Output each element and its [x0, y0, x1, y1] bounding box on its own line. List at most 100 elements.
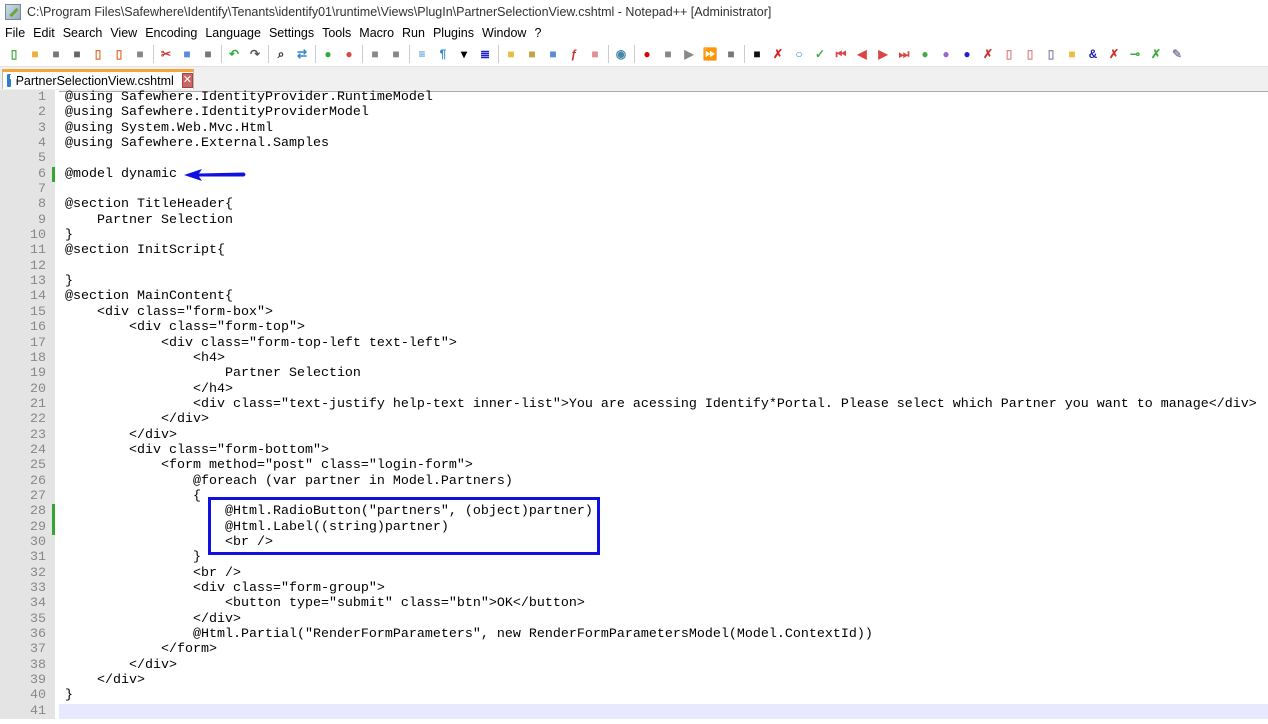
- replace-icon[interactable]: ⇄: [294, 46, 310, 62]
- console-icon[interactable]: ■: [749, 46, 765, 62]
- undo-icon[interactable]: ↶: [226, 46, 242, 62]
- code-line[interactable]: 5: [0, 151, 1268, 167]
- code-line[interactable]: 37 </form>: [0, 642, 1268, 658]
- new-file-icon[interactable]: ▯: [6, 46, 22, 62]
- code-line[interactable]: 20 </h4>: [0, 381, 1268, 397]
- code-line[interactable]: 26 @foreach (var partner in Model.Partne…: [0, 473, 1268, 489]
- code-line[interactable]: 41: [0, 703, 1268, 720]
- code-line[interactable]: 7: [0, 182, 1268, 198]
- code-line[interactable]: 1 @using Safewhere.IdentityProvider.Runti…: [0, 90, 1268, 106]
- code-line[interactable]: 36 @Html.Partial("RenderFormParameters",…: [0, 627, 1268, 643]
- code-line[interactable]: 24 <div class="form-bottom">: [0, 442, 1268, 459]
- code-line[interactable]: 30 <br />: [0, 534, 1268, 551]
- menu-settings[interactable]: Settings: [269, 26, 314, 40]
- close-all-icon[interactable]: ▯: [111, 46, 127, 62]
- code-line[interactable]: 3 @using System.Web.Mvc.Html: [0, 120, 1268, 137]
- code-line[interactable]: 13}: [0, 274, 1268, 290]
- plugin-icon[interactable]: ▯: [1001, 46, 1017, 62]
- plugin-icon[interactable]: ▯: [1043, 46, 1059, 62]
- code-line[interactable]: 14 @section MainContent{: [0, 289, 1268, 305]
- doc-list-icon[interactable]: ■: [545, 46, 561, 62]
- folder-as-workspace-icon[interactable]: ■: [587, 46, 603, 62]
- udl-icon[interactable]: ■: [503, 46, 519, 62]
- code-line[interactable]: 32 <br />: [0, 565, 1268, 581]
- code-line[interactable]: 15 <div class="form-box">: [0, 304, 1268, 321]
- next-icon[interactable]: ▶: [875, 46, 891, 62]
- find-icon[interactable]: ⌕: [273, 46, 289, 62]
- code-line[interactable]: 39 </div>: [0, 673, 1268, 689]
- menu-run[interactable]: Run: [402, 26, 425, 40]
- close-icon[interactable]: ▯: [90, 46, 106, 62]
- code-line[interactable]: 18 <h4>: [0, 350, 1268, 367]
- code-line[interactable]: 40}: [0, 688, 1268, 704]
- monitoring-icon[interactable]: ◉: [613, 46, 629, 62]
- menu-language[interactable]: Language: [205, 26, 261, 40]
- code-line[interactable]: 25 <form method="post" class="login-form…: [0, 458, 1268, 474]
- play-macro-icon[interactable]: ▶: [681, 46, 697, 62]
- record-macro-icon[interactable]: ●: [639, 46, 655, 62]
- plugin-icon[interactable]: ✓: [812, 46, 828, 62]
- save-macro-icon[interactable]: ■: [723, 46, 739, 62]
- code-line[interactable]: 23 </div>: [0, 427, 1268, 443]
- menu-encoding[interactable]: Encoding: [145, 26, 197, 40]
- menu-macro[interactable]: Macro: [359, 26, 394, 40]
- plugin-icon[interactable]: ■: [1064, 46, 1080, 62]
- code-line[interactable]: 16 <div class="form-top">: [0, 320, 1268, 336]
- code-line[interactable]: 8 @section TitleHeader{: [0, 197, 1268, 213]
- editor[interactable]: 1 @using Safewhere.IdentityProvider.Runti…: [0, 90, 1268, 724]
- plugin-icon[interactable]: ●: [938, 46, 954, 62]
- tab-partner-selection-view[interactable]: PartnerSelectionView.cshtml ✕: [2, 69, 194, 89]
- menu-view[interactable]: View: [110, 26, 137, 40]
- dropdown-icon[interactable]: ▾: [456, 46, 472, 62]
- zoom-out-icon[interactable]: ●: [341, 46, 357, 62]
- last-icon[interactable]: ⏭: [896, 46, 912, 62]
- menu-tools[interactable]: Tools: [322, 26, 351, 40]
- plugin-icon[interactable]: ●: [959, 46, 975, 62]
- sync-horizontal-icon[interactable]: ■: [388, 46, 404, 62]
- function-list-icon[interactable]: ƒ: [566, 46, 582, 62]
- sync-vertical-icon[interactable]: ■: [367, 46, 383, 62]
- menu-plugins[interactable]: Plugins: [433, 26, 474, 40]
- save-all-icon[interactable]: ■: [69, 46, 85, 62]
- plugin-icon[interactable]: &: [1085, 46, 1101, 62]
- menu-help[interactable]: ?: [534, 26, 541, 40]
- word-wrap-icon[interactable]: ≡: [414, 46, 430, 62]
- code-line[interactable]: 11 @section InitScript{: [0, 243, 1268, 259]
- code-line[interactable]: 19 Partner Selection: [0, 366, 1268, 382]
- code-line[interactable]: 17 <div class="form-top-left text-left">: [0, 335, 1268, 351]
- plugin-icon[interactable]: ●: [917, 46, 933, 62]
- doc-map-icon[interactable]: ■: [524, 46, 540, 62]
- code-line[interactable]: 29 @Html.Label((string)partner): [0, 519, 1268, 535]
- code-line[interactable]: 28 @Html.RadioButton("partners", (object…: [0, 504, 1268, 520]
- plugin-icon[interactable]: ✗: [980, 46, 996, 62]
- menu-file[interactable]: File: [5, 26, 25, 40]
- zoom-in-icon[interactable]: ●: [320, 46, 336, 62]
- plugin-icon[interactable]: ✗: [770, 46, 786, 62]
- first-icon[interactable]: ⏮: [833, 46, 849, 62]
- open-file-icon[interactable]: ■: [27, 46, 43, 62]
- code-line[interactable]: 22 </div>: [0, 412, 1268, 428]
- copy-icon[interactable]: ■: [179, 46, 195, 62]
- code-line[interactable]: 4 @using Safewhere.External.Samples: [0, 136, 1268, 152]
- code-line[interactable]: 12: [0, 258, 1268, 275]
- save-icon[interactable]: ■: [48, 46, 64, 62]
- code-line[interactable]: 10}: [0, 228, 1268, 244]
- stop-macro-icon[interactable]: ■: [660, 46, 676, 62]
- paste-icon[interactable]: ■: [200, 46, 216, 62]
- close-tab-icon[interactable]: ✕: [181, 73, 193, 88]
- code-line[interactable]: 38 </div>: [0, 657, 1268, 674]
- plugin-icon[interactable]: ✗: [1106, 46, 1122, 62]
- code-line[interactable]: 2 @using Safewhere.IdentityProviderModel: [0, 105, 1268, 121]
- plugin-icon[interactable]: ▯: [1022, 46, 1038, 62]
- menu-edit[interactable]: Edit: [33, 26, 55, 40]
- prev-icon[interactable]: ◀: [854, 46, 870, 62]
- plugin-icon[interactable]: ✎: [1169, 46, 1185, 62]
- code-line[interactable]: 21 <div class="text-justify help-text in…: [0, 396, 1268, 413]
- cut-icon[interactable]: ✂: [158, 46, 174, 62]
- print-icon[interactable]: ■: [132, 46, 148, 62]
- plugin-icon[interactable]: ⊸: [1127, 46, 1143, 62]
- indent-guide-icon[interactable]: ≣: [477, 46, 493, 62]
- menu-search[interactable]: Search: [63, 26, 103, 40]
- plugin-icon[interactable]: ○: [791, 46, 807, 62]
- code-line[interactable]: 35 </div>: [0, 611, 1268, 628]
